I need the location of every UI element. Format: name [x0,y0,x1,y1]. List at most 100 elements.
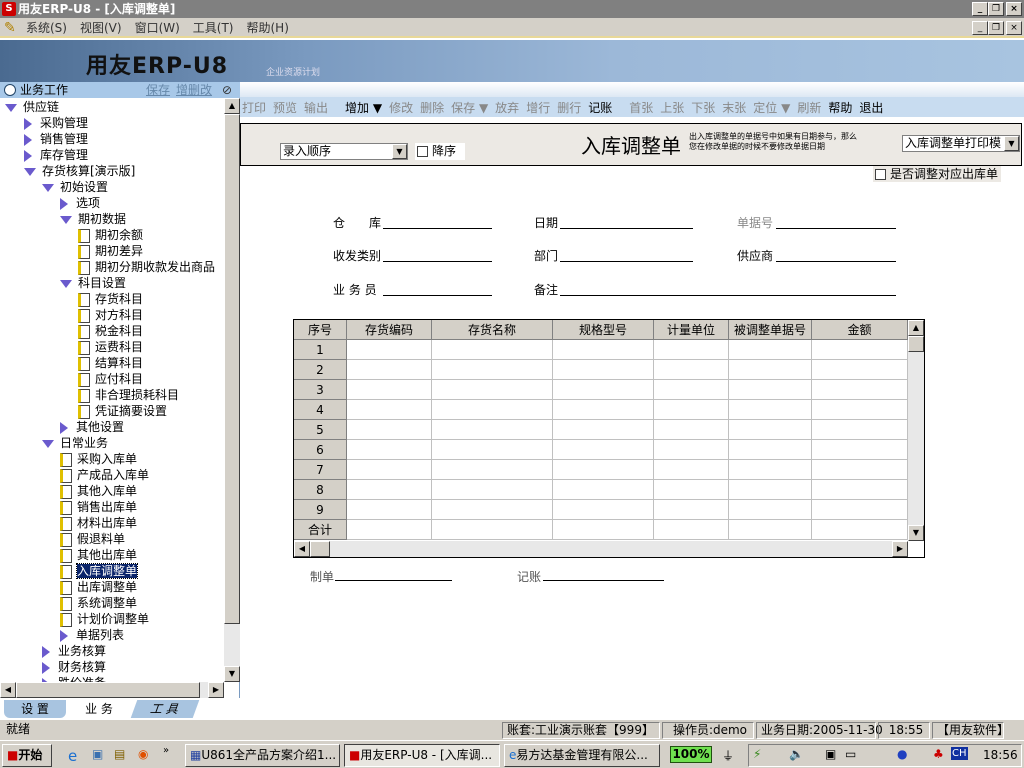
child-restore-button[interactable]: ❐ [988,21,1004,35]
document-icon[interactable] [60,532,72,547]
grid-cell[interactable] [553,460,654,480]
tree-item[interactable]: 凭证摘要设置 [78,403,167,419]
grid-cell[interactable] [729,340,812,360]
print-template-select[interactable]: 入库调整单打印模 ▼ [902,135,1020,152]
tree-item[interactable]: 供应链 [5,99,59,115]
tree-item[interactable]: 入库调整单 [60,563,139,579]
hscroll-thumb[interactable] [310,541,330,557]
grid-cell[interactable] [432,400,553,420]
grid-cell[interactable] [654,420,729,440]
minimize-button[interactable]: _ [972,2,988,16]
notepad-icon[interactable]: ▤ [114,747,125,761]
child-minimize-button[interactable]: _ [972,21,988,35]
grid-cell[interactable] [729,500,812,520]
battery-indicator[interactable]: 100% [670,746,712,763]
tree-item[interactable]: 采购入库单 [60,451,137,467]
document-icon[interactable] [78,260,90,275]
expanded-arrow-icon[interactable] [24,167,36,176]
tab-business[interactable]: 业 务 [68,700,130,718]
tree-item[interactable]: 其他入库单 [60,483,137,499]
document-icon[interactable] [60,500,72,515]
tree-item[interactable]: 采购管理 [24,115,88,131]
tree-item[interactable]: 初始设置 [42,179,108,195]
row-header[interactable]: 2 [294,360,347,380]
grid-cell[interactable] [654,500,729,520]
grid-cell[interactable] [729,360,812,380]
document-icon[interactable] [78,356,90,371]
scroll-up-button[interactable]: ▲ [908,320,924,336]
menu-tools[interactable]: 工具(T) [193,19,234,36]
tree-item[interactable]: 期初数据 [60,211,126,227]
grid-cell[interactable] [347,420,432,440]
collapsed-arrow-icon[interactable] [42,661,50,674]
toolbar-button[interactable]: 删行 [557,99,581,116]
grid-cell[interactable] [729,420,812,440]
document-icon[interactable] [78,372,90,387]
expanded-arrow-icon[interactable] [60,279,72,288]
child-close-button[interactable]: × [1006,21,1022,35]
document-icon[interactable] [60,468,72,483]
scroll-left-button[interactable]: ◀ [294,541,310,557]
tree-item[interactable]: 其他设置 [60,419,124,435]
grid-cell[interactable] [654,440,729,460]
grid-cell[interactable] [432,420,553,440]
edit-link[interactable]: 增删改 [176,82,212,98]
toolbar-button[interactable]: 刷新 [797,99,821,116]
grid-cell[interactable] [347,520,432,540]
save-link[interactable]: 保存 [146,82,170,98]
warehouse-field[interactable] [383,228,492,229]
row-header[interactable]: 9 [294,500,347,520]
remark-field[interactable] [560,295,896,296]
grid-cell[interactable] [553,480,654,500]
scroll-down-button[interactable]: ▼ [224,666,240,682]
tree-item[interactable]: 库存管理 [24,147,88,163]
document-icon[interactable] [60,452,72,467]
chevron-down-icon[interactable]: ▼ [1004,136,1019,151]
collapsed-arrow-icon[interactable] [24,117,32,130]
network-icon[interactable]: ⚡ [753,747,761,761]
document-icon[interactable] [78,388,90,403]
checkbox-icon[interactable] [417,146,428,157]
monitor-icon[interactable]: ▭ [845,747,856,761]
tree-item[interactable]: 运费科目 [78,339,143,355]
tab-settings[interactable]: 设 置 [4,700,66,718]
grid-cell[interactable] [347,440,432,460]
tree-item[interactable]: 应付科目 [78,371,143,387]
row-header[interactable]: 合计 [294,520,347,540]
tree-item[interactable]: 单据列表 [60,627,124,643]
toolbar-button[interactable]: 增行 [526,99,550,116]
grid-cell[interactable] [347,400,432,420]
column-header[interactable]: 存货名称 [432,320,553,340]
row-header[interactable]: 7 [294,460,347,480]
grid-cell[interactable] [553,400,654,420]
grid-cell[interactable] [729,440,812,460]
column-header[interactable]: 金额 [812,320,908,340]
menu-system[interactable]: 系统(S) [26,19,67,36]
tree-item[interactable]: 销售管理 [24,131,88,147]
hscroll-thumb[interactable] [16,682,200,698]
document-icon[interactable] [60,564,72,579]
toolbar-button[interactable]: 上张 [660,99,684,116]
scroll-up-button[interactable]: ▲ [224,98,240,114]
toolbar-button[interactable]: 帮助 [828,99,852,116]
grid-cell[interactable] [553,380,654,400]
grid-cell[interactable] [432,520,553,540]
tree-item[interactable]: 选项 [60,195,100,211]
column-header[interactable]: 计量单位 [654,320,729,340]
toolbar-button[interactable]: 增加 ▼ [345,99,382,116]
toolbar-button[interactable]: 删除 [420,99,444,116]
scroll-down-button[interactable]: ▼ [908,525,924,541]
grid-cell[interactable] [347,360,432,380]
tab-tools[interactable]: 工 具 [130,700,200,718]
scroll-right-button[interactable]: ▶ [892,541,908,557]
adjust-outbound-checkbox[interactable]: 是否调整对应出库单 [873,166,1001,182]
toolbar-button[interactable]: 修改 [389,99,413,116]
toolbar-button[interactable]: 末张 [722,99,746,116]
scroll-right-button[interactable]: ▶ [208,682,224,698]
sort-order-select[interactable]: 录入顺序 ▼ [280,143,408,160]
tree-item[interactable]: 对方科目 [78,307,143,323]
task-erp[interactable]: ■用友ERP-U8 - [入库调... [344,744,500,767]
tree-vertical-scrollbar[interactable]: ▲ ▼ [224,98,240,682]
grid-vertical-scrollbar[interactable]: ▲ ▼ [908,320,924,541]
power-plug-icon[interactable]: ⏚ [722,747,734,764]
